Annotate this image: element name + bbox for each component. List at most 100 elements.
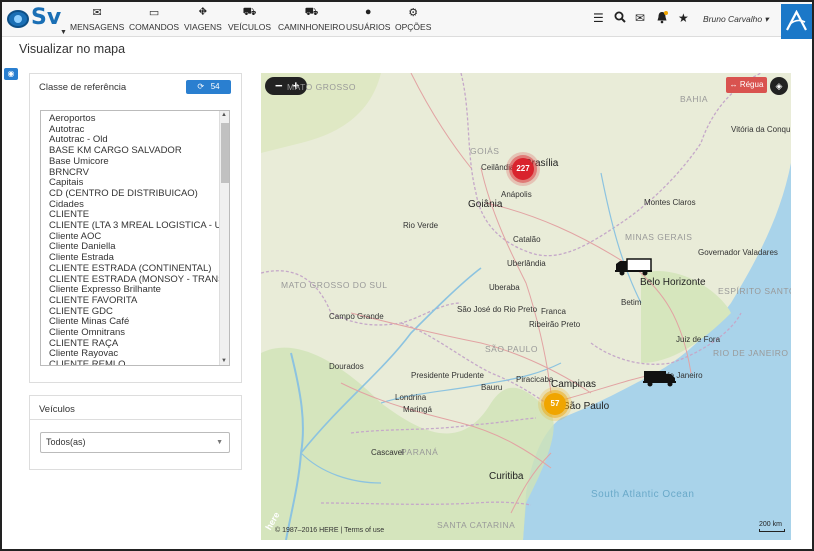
map-state-label: RIO DE JANEIRO [713, 348, 789, 358]
layers-button[interactable]: ◈ [770, 77, 788, 95]
autotrac-icon [786, 10, 807, 31]
envelope-icon: ✉ [92, 7, 102, 19]
reference-class-item[interactable]: CLIENTE ESTRADA (CONTINENTAL) [49, 263, 229, 275]
user-name: Bruno Carvalho [703, 14, 763, 24]
zoom-out-button[interactable]: − [275, 77, 283, 94]
map-state-label: SANTA CATARINA [437, 520, 516, 530]
nav-comandos[interactable]: ▭ COMANDOS [129, 6, 179, 32]
nav-veiculos[interactable]: ⛟ VEÍCULOS [228, 6, 271, 32]
map-city-label: Uberaba [489, 283, 520, 292]
nav-viagens[interactable]: ⛖ VIAGENS [184, 6, 222, 32]
user-menu[interactable]: Bruno Carvalho ▾ [703, 14, 769, 25]
map-city-label: Bauru [481, 383, 503, 392]
map-city-label: Catalão [513, 235, 541, 244]
app-logo[interactable]: Sv ▼ [4, 5, 67, 36]
map-city-label: Rio Verde [403, 221, 439, 230]
scroll-up-icon[interactable]: ▲ [221, 112, 227, 118]
map-city-label: Anápolis [501, 190, 532, 199]
map-city-label: Juiz de Fora [676, 335, 721, 344]
map-city-label: Maringá [403, 405, 432, 414]
nav-label: USUÁRIOS [346, 22, 391, 32]
map-city-label: Goiânia [468, 199, 503, 210]
map-state-label: GOIÁS [470, 146, 500, 156]
road-icon: ⛖ [198, 6, 208, 18]
divider [29, 419, 242, 420]
nav-label: OPÇÕES [395, 22, 432, 32]
reference-class-item[interactable]: Base Umicore [49, 156, 229, 168]
page-title: Visualizar no mapa [19, 42, 126, 56]
scale-label: 200 km [759, 521, 782, 528]
vehicles-select[interactable]: Todos(as) ▼ [40, 432, 230, 453]
list-icon[interactable]: ☰ [593, 11, 604, 25]
truck-icon[interactable] [643, 370, 677, 387]
layers-icon: ◈ [775, 81, 783, 91]
map-city-label: Curitiba [489, 471, 524, 482]
car-icon: ⛟ [242, 6, 257, 18]
arrows-h-icon: ↔ [729, 80, 738, 89]
chevron-down-icon: ▼ [60, 29, 67, 36]
eye-toggle-icon[interactable]: ◉ [4, 68, 18, 80]
envelope-icon[interactable]: ✉ [635, 11, 645, 25]
map-canvas[interactable]: − + ↔ Régua ◈ MATO GROSSO GOIÁS BAHIA MI… [261, 73, 791, 540]
map-city-label: Franca [541, 307, 566, 316]
map-city-label: Uberlândia [507, 259, 546, 268]
vehicles-panel-title: Veículos [39, 404, 75, 415]
logo-text: Sv [31, 5, 62, 30]
map-city-label: São José do Rio Preto [457, 305, 538, 314]
brand-logo [781, 4, 812, 39]
map-city-label: Belo Horizonte [640, 277, 706, 288]
map-city-label: Presidente Prudente [411, 371, 484, 380]
scroll-thumb[interactable] [221, 123, 229, 183]
map-state-label: MINAS GERAIS [625, 232, 693, 242]
nav-usuarios[interactable]: ● USUÁRIOS [346, 6, 390, 32]
reference-class-list[interactable]: Aeroportos Autotrac Autotrac - Old BASE KM … [40, 110, 230, 366]
scale-bar [759, 529, 785, 532]
star-icon[interactable]: ★ [678, 11, 689, 25]
scroll-down-icon[interactable]: ▼ [221, 358, 227, 364]
nav-caminhoneiro[interactable]: ⛟ CAMINHONEIRO [278, 6, 345, 32]
vehicle-cluster-marker[interactable]: 57 [544, 393, 566, 415]
reference-panel-title: Classe de referência [39, 82, 127, 93]
map-city-label: Ribeirão Preto [529, 320, 581, 329]
bell-icon[interactable] [656, 11, 668, 27]
search-icon[interactable] [614, 11, 626, 26]
nav-label: VIAGENS [184, 22, 222, 32]
refresh-icon: ⟳ [197, 82, 205, 91]
map-city-label: Piracicaba [516, 375, 554, 384]
top-navbar: Sv ▼ ✉ MENSAGENS ▭ COMANDOS ⛖ VIAGENS ⛟ … [2, 2, 812, 39]
truck-icon[interactable] [615, 258, 653, 276]
map-city-label: Cascavel [371, 448, 404, 457]
ruler-label: Régua [739, 80, 764, 89]
nav-label: MENSAGENS [70, 22, 125, 32]
nav-label: VEÍCULOS [228, 22, 271, 32]
logo-eye-icon [7, 10, 29, 28]
attribution-text: © 1987–2016 HERE | Terms of use [275, 527, 385, 534]
cluster-count: 57 [550, 399, 560, 408]
map-city-label: Vitória da Conquista [731, 125, 791, 134]
map-city-label: Governador Valadares [698, 248, 778, 257]
nav-label: COMANDOS [129, 22, 180, 32]
nav-mensagens[interactable]: ✉ MENSAGENS [70, 6, 124, 32]
nav-opcoes[interactable]: ⚙ OPÇÕES [395, 6, 431, 32]
map-state-label: PARANÁ [401, 447, 439, 457]
cogs-icon: ⚙ [408, 7, 419, 19]
map-city-label: São Paulo [563, 401, 610, 412]
vehicles-select-value: Todos(as) [46, 437, 86, 447]
list-scrollbar[interactable]: ▲ ▼ [219, 111, 229, 365]
vehicle-cluster-marker[interactable]: 227 [512, 158, 534, 180]
map-state-label: ESPÍRITO SANTO [718, 286, 791, 296]
map-state-label: BAHIA [680, 94, 709, 104]
map-state-label: MATO GROSSO [287, 82, 356, 92]
reference-class-item[interactable]: CLIENTE REMLO [49, 359, 229, 365]
laptop-icon: ▭ [148, 7, 160, 19]
map-ocean-label: South Atlantic Ocean [591, 489, 695, 500]
map-city-label: Campinas [551, 379, 597, 390]
map-city-label: Dourados [329, 362, 364, 371]
ruler-button[interactable]: ↔ Régua [726, 77, 767, 93]
truck-icon: ⛟ [304, 6, 319, 18]
chevron-down-icon: ▼ [216, 439, 223, 446]
refresh-button[interactable]: ⟳ 54 [186, 80, 231, 94]
map-attribution[interactable]: © 1987–2016 HERE | Terms of use [275, 527, 384, 534]
map-city-label: Ceilândia [481, 163, 515, 172]
map-state-label: SÃO PAULO [485, 344, 538, 354]
